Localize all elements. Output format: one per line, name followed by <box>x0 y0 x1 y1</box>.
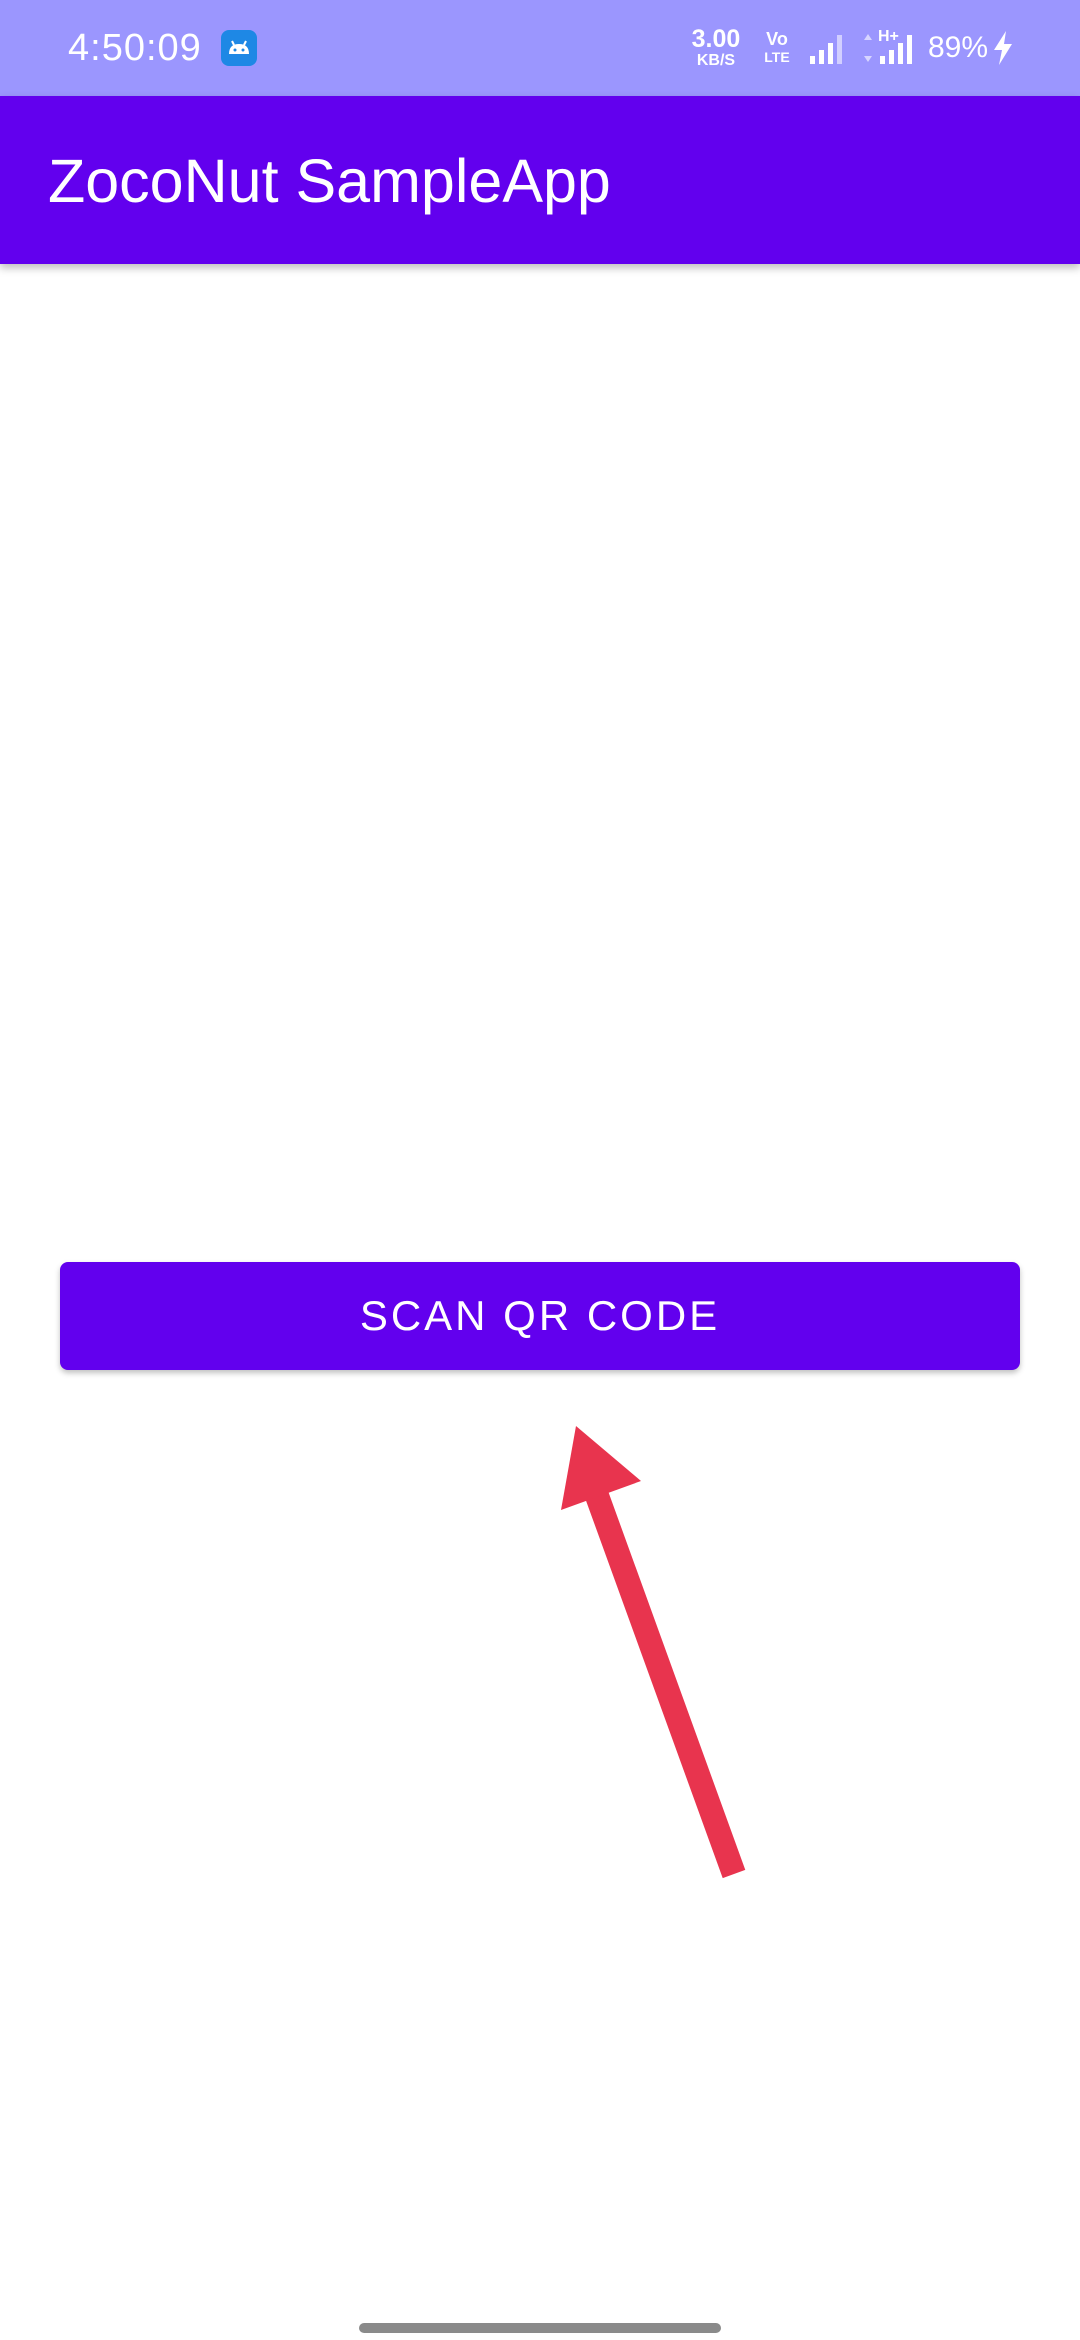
home-gesture-bar[interactable] <box>359 2323 721 2333</box>
screen: 4:50:09 3.00 KB/S Vo LTE H+ 89% ZocoNut … <box>0 0 1080 2340</box>
arrow-pointer-annotation <box>561 1426 746 1879</box>
